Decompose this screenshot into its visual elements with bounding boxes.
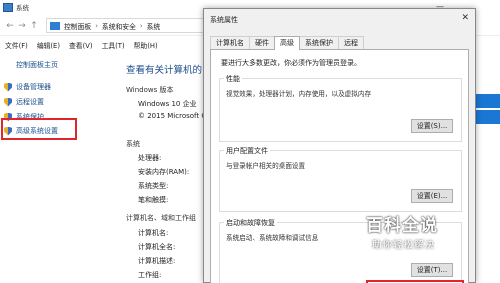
close-icon[interactable]: ✕ xyxy=(461,13,469,23)
computer-section-label: 计算机名、域和工作组 xyxy=(126,214,196,222)
workgroup-label: 工作组: xyxy=(138,271,162,279)
processor-label: 处理器: xyxy=(138,154,162,162)
full-computer-name-label: 计算机全名: xyxy=(138,243,176,251)
user-profiles-settings-button[interactable]: 设置(E)... xyxy=(411,189,453,203)
breadcrumb-system[interactable]: 系统 xyxy=(147,21,161,31)
tab-advanced[interactable]: 高级 xyxy=(274,36,300,50)
admin-note: 要进行大多数更改，你必须作为管理员登录。 xyxy=(221,59,361,67)
tab-system-protection[interactable]: 系统保护 xyxy=(299,36,339,49)
computer-description-label: 计算机描述: xyxy=(138,257,176,265)
shield-icon xyxy=(4,82,12,92)
forward-arrow-icon[interactable]: → xyxy=(16,21,28,31)
group-title: 用户配置文件 xyxy=(224,146,270,156)
group-title: 启动和故障恢复 xyxy=(224,218,277,228)
task-label: 远程设置 xyxy=(16,98,44,106)
breadcrumb-system-security[interactable]: 系统和安全 xyxy=(102,21,136,31)
system-section-label: 系统 xyxy=(126,140,140,148)
page-title: 查看有关计算机的 xyxy=(126,65,203,76)
dialog-tabs: 计算机名 硬件 高级 系统保护 远程 xyxy=(210,36,364,50)
tab-remote[interactable]: 远程 xyxy=(338,36,364,49)
startup-recovery-settings-button[interactable]: 设置(T)... xyxy=(411,263,453,277)
menu-file[interactable]: 文件(F) xyxy=(5,40,28,50)
edition-section-label: Windows 版本 xyxy=(126,86,174,94)
task-pane: 控制面板主页 设备管理器 远程设置 系统保护 高级系统设置 xyxy=(0,54,118,283)
highlight-annotation xyxy=(1,118,77,140)
window-title: 系统 xyxy=(16,4,29,12)
group-description: 系统启动、系统故障和调试信息 xyxy=(226,234,319,242)
user-profiles-group: 用户配置文件 与登录帐户相关的桌面设置 设置(E)... xyxy=(219,146,462,212)
system-type-label: 系统类型: xyxy=(138,182,169,190)
menu-help[interactable]: 帮助(H) xyxy=(134,40,158,50)
task-remote-settings[interactable]: 远程设置 xyxy=(4,97,44,107)
ram-label: 安装内存(RAM): xyxy=(138,168,190,176)
performance-group: 性能 视觉效果，处理器计划，内存使用，以及虚拟内存 设置(S)... xyxy=(219,74,462,142)
group-title: 性能 xyxy=(224,74,242,84)
menu-tools[interactable]: 工具(T) xyxy=(102,40,125,50)
pen-touch-label: 笔和触摸: xyxy=(138,196,169,204)
menu-bar: 文件(F) 编辑(E) 查看(V) 工具(T) 帮助(H) xyxy=(0,38,167,52)
computer-name-label: 计算机名: xyxy=(138,229,169,237)
watermark-slogan: 助你轻松解决 xyxy=(372,240,436,251)
group-description: 与登录帐户相关的桌面设置 xyxy=(226,162,306,170)
control-panel-home-link[interactable]: 控制面板主页 xyxy=(16,60,58,70)
dialog-title: 系统属性 xyxy=(210,16,238,24)
task-device-manager[interactable]: 设备管理器 xyxy=(4,82,51,92)
breadcrumb-control-panel[interactable]: 控制面板 xyxy=(64,21,91,31)
breadcrumb-separator: › xyxy=(95,21,98,30)
shield-icon xyxy=(4,97,12,107)
system-properties-dialog: 系统属性 ✕ 计算机名 硬件 高级 系统保护 远程 要进行大多数更改，你必须作为… xyxy=(203,8,476,283)
system-icon xyxy=(3,2,13,12)
copyright-text: © 2015 Microsoft C xyxy=(138,112,207,120)
task-label: 设备管理器 xyxy=(16,83,51,91)
menu-edit[interactable]: 编辑(E) xyxy=(37,40,60,50)
menu-view[interactable]: 查看(V) xyxy=(69,40,93,50)
edition-name: Windows 10 企业 xyxy=(138,100,197,108)
breadcrumb-separator: › xyxy=(139,21,143,30)
windows-logo xyxy=(472,94,500,124)
tab-hardware[interactable]: 硬件 xyxy=(249,36,275,49)
tab-computer-name[interactable]: 计算机名 xyxy=(210,36,250,49)
group-description: 视觉效果，处理器计划，内存使用，以及虚拟内存 xyxy=(226,90,372,98)
back-arrow-icon[interactable]: ← xyxy=(4,21,16,31)
watermark-brand: 百科全说 xyxy=(366,216,438,236)
control-panel-icon xyxy=(50,21,60,30)
performance-settings-button[interactable]: 设置(S)... xyxy=(411,119,453,133)
up-arrow-icon[interactable]: ↑ xyxy=(28,21,40,31)
